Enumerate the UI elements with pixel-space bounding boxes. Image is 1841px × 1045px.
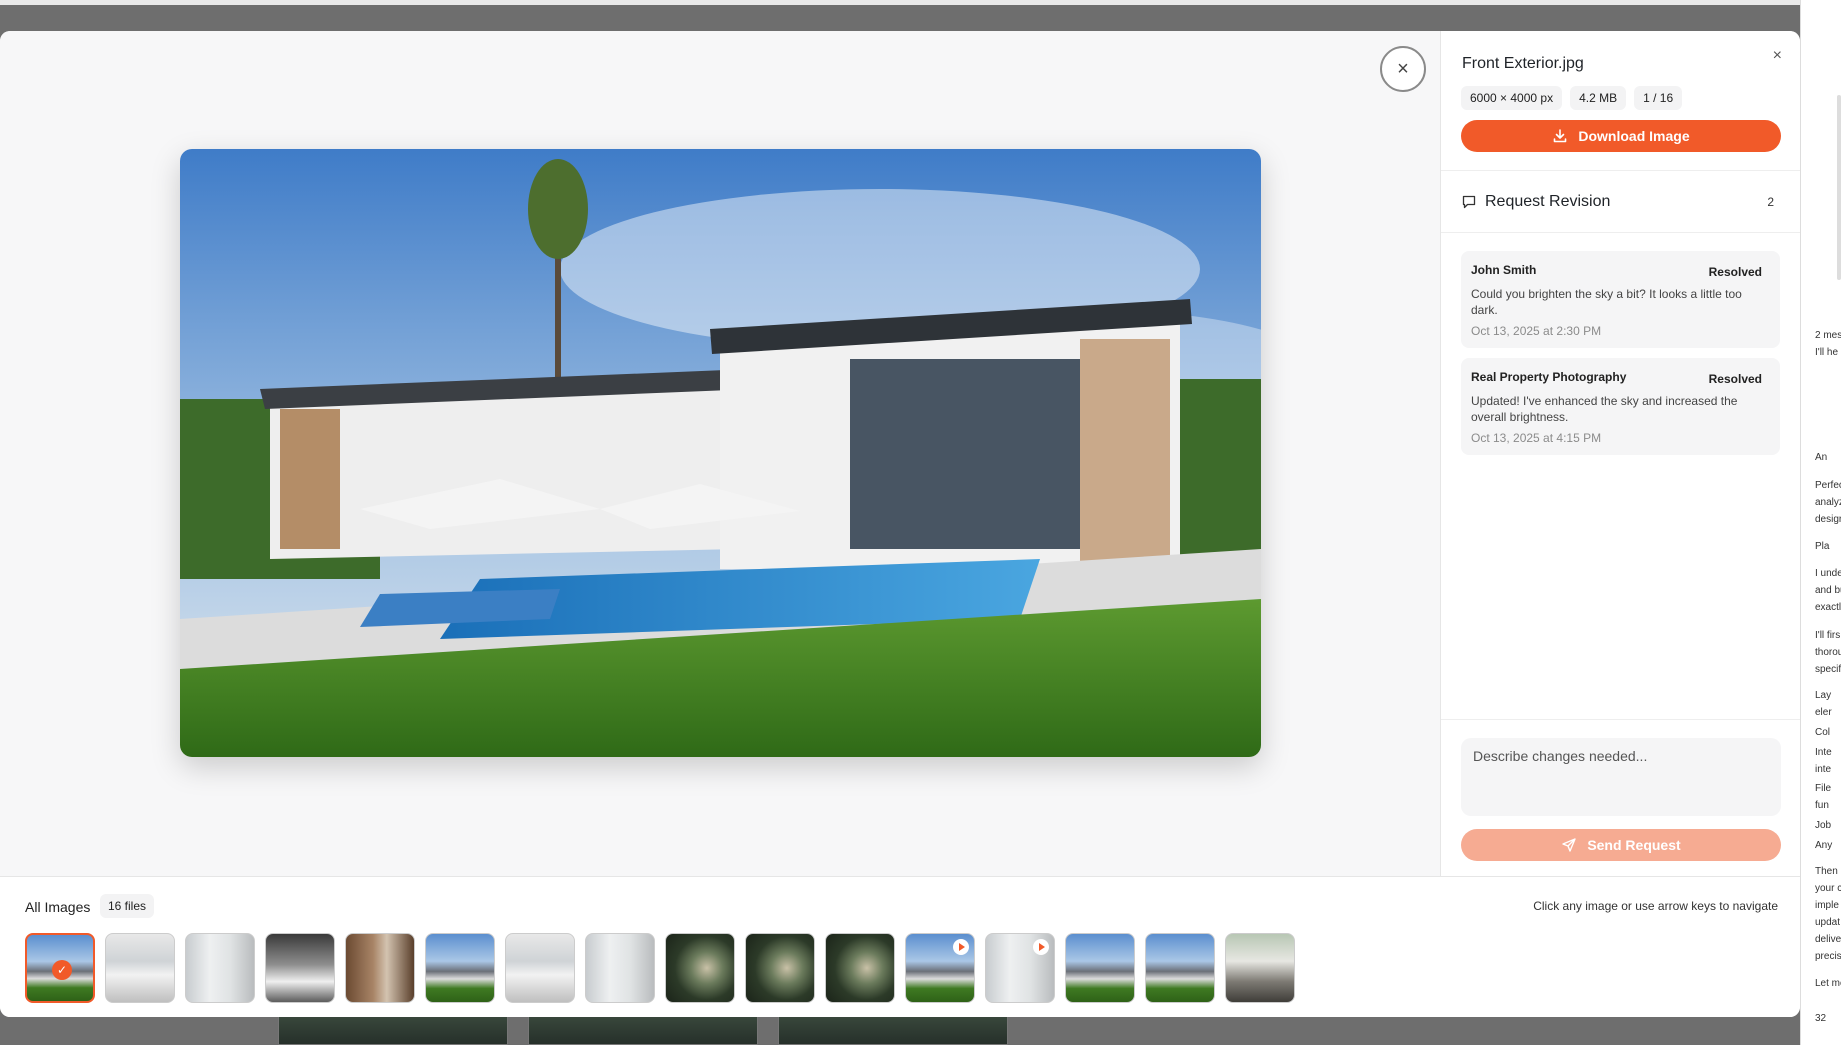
revision-header: Request Revision 2 — [1441, 171, 1800, 233]
thumbnail[interactable] — [1065, 933, 1135, 1003]
checkmark-icon: ✓ — [52, 960, 72, 980]
chat-line: desigr — [1815, 514, 1841, 525]
chat-line: delive — [1815, 934, 1841, 945]
chat-line: Pla — [1815, 541, 1830, 552]
panel-close-button[interactable]: × — [1773, 47, 1782, 65]
comment-item: John Smith Resolved Could you brighten t… — [1461, 251, 1780, 348]
image-viewer: × — [0, 31, 1440, 876]
send-request-button[interactable]: Send Request — [1461, 829, 1781, 861]
chat-line: An — [1815, 452, 1828, 463]
thumbnail-front-exterior-selected[interactable]: ✓ — [25, 933, 95, 1003]
play-icon — [953, 939, 969, 955]
chat-line: Job — [1815, 820, 1832, 831]
chat-side-strip: 2 mess I'll he An Perfec analyz desigr P… — [1800, 0, 1841, 1045]
thumbnail[interactable] — [265, 933, 335, 1003]
comment-body: Could you brighten the sky a bit? It loo… — [1471, 287, 1742, 317]
thumbnail[interactable] — [1145, 933, 1215, 1003]
house-exterior-photo — [180, 149, 1261, 757]
thumbnail-video[interactable] — [985, 933, 1055, 1003]
chat-line: analyz — [1815, 497, 1841, 508]
scrollbar[interactable] — [1837, 95, 1841, 280]
close-viewer-button[interactable]: × — [1380, 46, 1426, 92]
download-image-button[interactable]: Download Image — [1461, 120, 1781, 152]
chat-line: Inte — [1815, 747, 1832, 758]
details-panel: Front Exterior.jpg × 6000 × 4000 px 4.2 … — [1440, 31, 1800, 876]
dimensions-badge: 6000 × 4000 px — [1461, 86, 1563, 110]
thumbnail-video[interactable] — [905, 933, 975, 1003]
chat-line: Perfec — [1815, 480, 1841, 491]
download-label: Download Image — [1578, 128, 1690, 144]
chat-line: File — [1815, 783, 1832, 794]
main-image[interactable] — [180, 149, 1261, 757]
comment-timestamp: Oct 13, 2025 at 2:30 PM — [1471, 324, 1602, 338]
chat-line: Lay — [1815, 690, 1832, 701]
thumbnail[interactable] — [585, 933, 655, 1003]
download-icon — [1554, 129, 1567, 143]
thumbnail[interactable] — [665, 933, 735, 1003]
navigation-hint: Click any image or use arrow keys to nav… — [1533, 899, 1778, 913]
revision-request-input[interactable] — [1461, 738, 1781, 816]
play-icon — [1033, 939, 1049, 955]
chat-line: I'll he — [1815, 347, 1839, 358]
file-size-badge: 4.2 MB — [1570, 86, 1627, 110]
gallery-title: All Images — [25, 899, 91, 915]
thumbnail[interactable] — [745, 933, 815, 1003]
chat-line: thorou — [1815, 647, 1841, 658]
thumbnail[interactable] — [105, 933, 175, 1003]
status-badge: Resolved — [1708, 372, 1762, 386]
revision-title: Request Revision — [1485, 192, 1611, 210]
status-badge: Resolved — [1708, 265, 1762, 279]
backdrop-top-strip — [0, 0, 1800, 5]
chat-line: Let me — [1815, 978, 1841, 989]
send-request-label: Send Request — [1587, 837, 1681, 853]
comment-list: John Smith Resolved Could you brighten t… — [1441, 233, 1800, 455]
chat-line: eler — [1815, 707, 1832, 718]
chat-line: I'll firs — [1815, 630, 1841, 641]
thumbnail[interactable] — [1225, 933, 1295, 1003]
chat-line: inte — [1815, 764, 1832, 775]
thumbnail[interactable] — [345, 933, 415, 1003]
file-name: Front Exterior.jpg — [1462, 55, 1584, 72]
chat-line: Col — [1815, 727, 1831, 738]
chat-line: 2 mess — [1815, 330, 1841, 341]
chat-line: I unde — [1815, 568, 1841, 579]
comment-timestamp: Oct 13, 2025 at 4:15 PM — [1471, 431, 1602, 445]
chat-line: updat — [1815, 917, 1841, 928]
comment-icon — [1462, 195, 1476, 208]
chat-line: and bu — [1815, 585, 1841, 596]
thumbnail-strip: All Images 16 files Click any image or u… — [0, 876, 1800, 1017]
chat-line: imple — [1815, 900, 1839, 911]
chat-line: 32 — [1815, 1013, 1827, 1024]
thumbnail[interactable] — [185, 933, 255, 1003]
close-icon: × — [1397, 57, 1409, 80]
revision-compose: Send Request — [1441, 719, 1800, 876]
file-meta: 6000 × 4000 px 4.2 MB 1 / 16 — [1461, 86, 1780, 110]
revision-count-badge: 2 — [1767, 194, 1774, 209]
position-badge: 1 / 16 — [1634, 86, 1683, 110]
file-count-badge: 16 files — [100, 894, 155, 918]
close-icon: × — [1772, 47, 1782, 64]
thumbnail[interactable] — [825, 933, 895, 1003]
chat-line: Any — [1815, 840, 1833, 851]
thumbnail-list: ✓ — [25, 933, 1295, 1003]
chat-line: fun — [1815, 800, 1829, 811]
send-icon — [1562, 838, 1577, 852]
panel-header: Front Exterior.jpg × 6000 × 4000 px 4.2 … — [1441, 31, 1800, 171]
comment-item: Real Property Photography Resolved Updat… — [1461, 358, 1780, 455]
chat-line: precis — [1815, 951, 1841, 962]
thumbnail[interactable] — [425, 933, 495, 1003]
chat-line: specif — [1815, 664, 1841, 675]
chat-line: exactl — [1815, 602, 1841, 613]
chat-line: Then I — [1815, 866, 1841, 877]
chat-line: your c — [1815, 883, 1841, 894]
image-viewer-modal: × Front Exterior.jpg × 6000 × 4000 px 4.… — [0, 31, 1800, 1017]
thumbnail[interactable] — [505, 933, 575, 1003]
comment-body: Updated! I've enhanced the sky and incre… — [1471, 394, 1738, 424]
